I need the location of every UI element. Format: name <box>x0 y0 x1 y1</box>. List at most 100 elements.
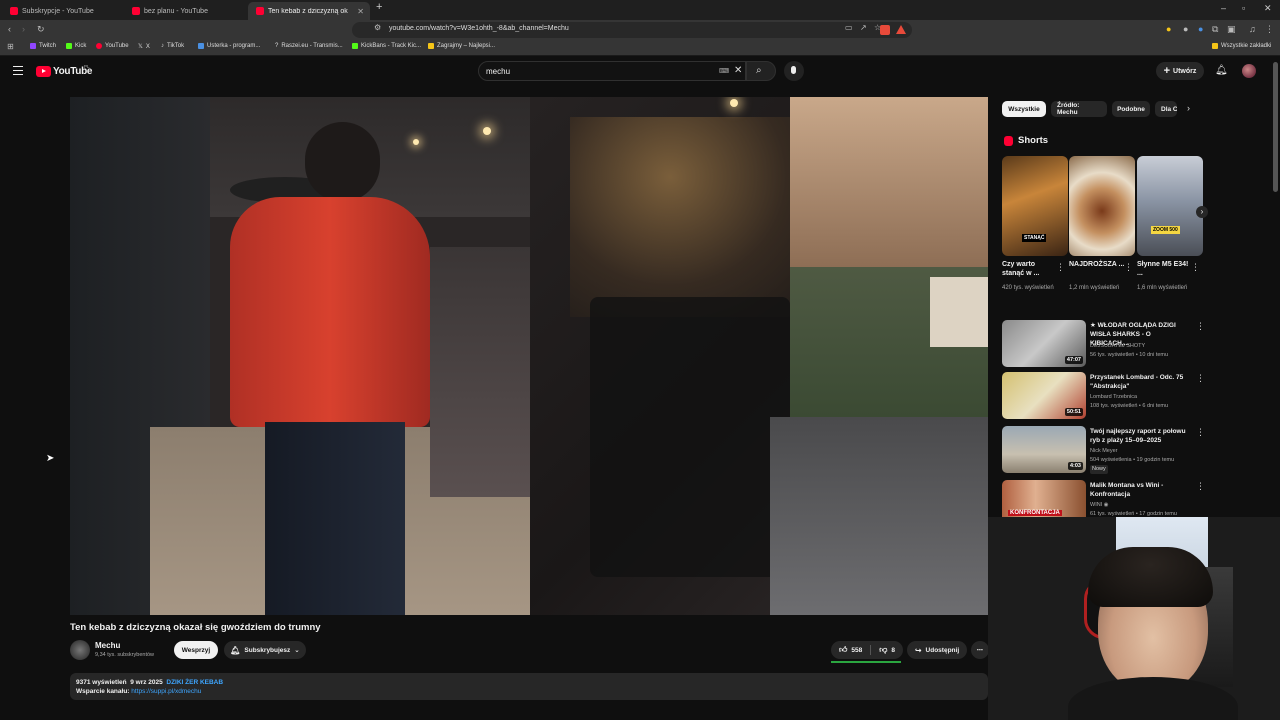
cast-icon[interactable]: ▭ <box>845 23 853 32</box>
media-icon[interactable]: ♫ <box>1249 24 1256 34</box>
reload-icon[interactable]: ↻ <box>37 24 45 35</box>
shorts-next-chevron-icon[interactable]: › <box>1196 206 1208 218</box>
hashtag-link[interactable]: DZIKI ŻER KEBAB <box>166 679 223 686</box>
share-button[interactable]: ↪ Udostępnij <box>907 641 967 659</box>
all-bookmarks-folder[interactable]: Wszystkie zakładki <box>1212 43 1271 49</box>
new-badge: Nowy <box>1090 465 1108 474</box>
short-views: 1,2 mln wyświetleń <box>1069 285 1120 291</box>
short-title[interactable]: Czy warto stanąć w ... <box>1002 260 1058 278</box>
share-arrow-icon: ↪ <box>914 645 922 655</box>
voice-search-button[interactable] <box>784 61 804 81</box>
apps-grid-icon[interactable]: ⊞ <box>7 42 14 51</box>
video-duration: 47:07 <box>1064 356 1083 364</box>
video-menu-icon[interactable]: ⋮ <box>1196 373 1205 384</box>
short-title[interactable]: NAJDROŻSZA ... <box>1069 260 1125 269</box>
recommended-channel[interactable]: WINI ◉ <box>1090 501 1109 510</box>
chip-from-channel[interactable]: Źródło: Mechu <box>1051 101 1107 117</box>
extension-icon[interactable]: ● <box>1166 24 1171 34</box>
short-thumbnail[interactable]: ZOOM 500 <box>1137 156 1203 256</box>
video-title: Ten kebab z dziczyzną okazał się gwoździ… <box>70 622 321 633</box>
clear-search-icon[interactable]: ✕ <box>734 65 742 76</box>
brave-shield-icon[interactable] <box>880 25 890 35</box>
bookmark-tiktok[interactable]: ♪ TikTok <box>161 43 184 49</box>
extension-icon[interactable]: ● <box>1198 24 1203 34</box>
window-close-icon[interactable]: ✕ <box>1264 3 1272 14</box>
recommended-channel[interactable]: Lombard Trzebnica <box>1090 393 1137 402</box>
bookmark-kickbans[interactable]: KickBans - Track Kic... <box>352 43 421 49</box>
restore-icon[interactable]: ▫ <box>1242 3 1245 13</box>
webcam-hair <box>1088 547 1213 607</box>
video-player[interactable] <box>70 97 988 615</box>
extensions-puzzle-icon[interactable]: ⧉ <box>1212 24 1218 35</box>
video-thumbnail[interactable]: KONFRONTACJA <box>1002 480 1086 517</box>
extension-icon[interactable]: ● <box>1183 24 1188 34</box>
back-icon[interactable]: ‹ <box>8 24 11 34</box>
keyboard-icon[interactable]: ⌨ <box>719 67 729 75</box>
create-button[interactable]: + Utwórz <box>1156 62 1204 80</box>
channel-name[interactable]: Mechu <box>95 641 120 650</box>
site-info-icon[interactable]: ⚙ <box>374 23 381 32</box>
bookmark-raszei[interactable]: ? Raszei.eu - Transmis... <box>275 43 343 49</box>
video-thumbnail[interactable]: 50:51 <box>1002 372 1086 419</box>
forward-icon[interactable]: › <box>22 24 25 34</box>
dislike-button[interactable]: 👎︎ 8 <box>871 645 895 655</box>
search-button[interactable]: ⌕ <box>746 61 776 81</box>
description-box[interactable]: 9371 wyświetleń 9 wrz 2025 DZIKI ŻER KEB… <box>70 673 988 700</box>
short-thumbnail[interactable]: STANĄĆ <box>1002 156 1068 256</box>
video-thumbnail[interactable]: 47:07 <box>1002 320 1086 367</box>
subscribed-button[interactable]: 🔔︎ Subskrybujesz ⌄ <box>224 641 306 659</box>
alert-icon[interactable] <box>896 25 906 34</box>
bell-icon: 🔔︎ <box>230 645 241 655</box>
youtube-logo-icon[interactable] <box>36 66 51 77</box>
tab-close-icon[interactable]: ✕ <box>357 7 364 16</box>
recommended-video-title[interactable]: Malik Montana vs Wini - Konfrontacja <box>1090 481 1190 499</box>
new-tab-plus-icon[interactable]: + <box>376 1 382 13</box>
side-panel-icon[interactable]: ▣ <box>1227 24 1236 35</box>
short-menu-icon[interactable]: ⋮ <box>1056 262 1065 273</box>
bookmark-zagrajmy[interactable]: Zagrajmy – Najlepsi... <box>428 43 495 49</box>
like-button[interactable]: 👍︎ 558 <box>839 645 872 655</box>
bookmark-twitch[interactable]: Twitch <box>30 43 56 49</box>
notifications-bell-icon[interactable]: 🔔︎ <box>1215 65 1228 76</box>
channel-avatar[interactable] <box>70 640 90 660</box>
share-page-icon[interactable]: ↗ <box>860 23 867 32</box>
search-input[interactable]: mechu <box>486 67 510 76</box>
bookmark-kick[interactable]: Kick <box>66 43 86 49</box>
chips-next-chevron-icon[interactable]: › <box>1187 103 1190 113</box>
minimize-icon[interactable]: – <box>1221 3 1226 13</box>
url-text[interactable]: youtube.com/watch?v=W3e1ohth_-8&ab_chann… <box>389 25 569 32</box>
raszei-icon: ? <box>275 43 279 49</box>
recommended-channel[interactable]: DEJSUBATEJ SHOTY <box>1090 342 1145 351</box>
short-thumbnail[interactable] <box>1069 156 1135 256</box>
video-menu-icon[interactable]: ⋮ <box>1196 427 1205 438</box>
tab-subskrypcje[interactable]: Subskrypcje - YouTube <box>2 2 124 20</box>
short-menu-icon[interactable]: ⋮ <box>1124 262 1133 273</box>
recommended-video-title[interactable]: Twój najlepszy raport z połowu ryb z pla… <box>1090 427 1190 445</box>
tiktok-icon: ♪ <box>161 43 164 49</box>
short-menu-icon[interactable]: ⋮ <box>1191 262 1200 273</box>
video-menu-icon[interactable]: ⋮ <box>1196 481 1205 492</box>
hamburger-menu-icon[interactable] <box>13 66 23 75</box>
video-thumbnail[interactable]: 4:03 <box>1002 426 1086 473</box>
chip-related[interactable]: Podobne <box>1112 101 1150 117</box>
user-avatar[interactable] <box>1242 64 1256 78</box>
chip-for-you[interactable]: Dla C <box>1155 101 1177 117</box>
tab-active-video[interactable]: Ten kebab z dziczyzną okazał ✕ <box>248 2 370 20</box>
video-menu-icon[interactable]: ⋮ <box>1196 321 1205 332</box>
recommended-channel[interactable]: Nick Meyer <box>1090 447 1118 456</box>
tab-bez-planu[interactable]: bez planu - YouTube <box>124 2 248 20</box>
menu-kebab-icon[interactable]: ⋮ <box>1265 24 1274 35</box>
youtube-favicon-icon <box>10 7 18 15</box>
bookmark-x[interactable]: 𝕏X <box>138 43 150 51</box>
bookmark-youtube[interactable]: YouTube <box>96 43 129 49</box>
page-scrollbar[interactable] <box>1273 62 1278 192</box>
more-actions-button[interactable]: ⋯ <box>971 641 989 659</box>
recommended-video-title[interactable]: Przystanek Lombard - Odc. 75 "Abstrakcja… <box>1090 373 1190 391</box>
bookmark-usterka[interactable]: Usterka - program... <box>198 43 260 49</box>
region-code: PL <box>84 64 90 69</box>
short-title[interactable]: Słynne M5 E34! ... <box>1137 260 1193 278</box>
chip-all[interactable]: Wszystkie <box>1002 101 1046 117</box>
support-button[interactable]: Wesprzyj <box>174 641 218 659</box>
search-box[interactable]: mechu ⌨ ✕ <box>478 61 746 81</box>
support-link[interactable]: https://suppi.pl/xdmechu <box>131 688 201 695</box>
